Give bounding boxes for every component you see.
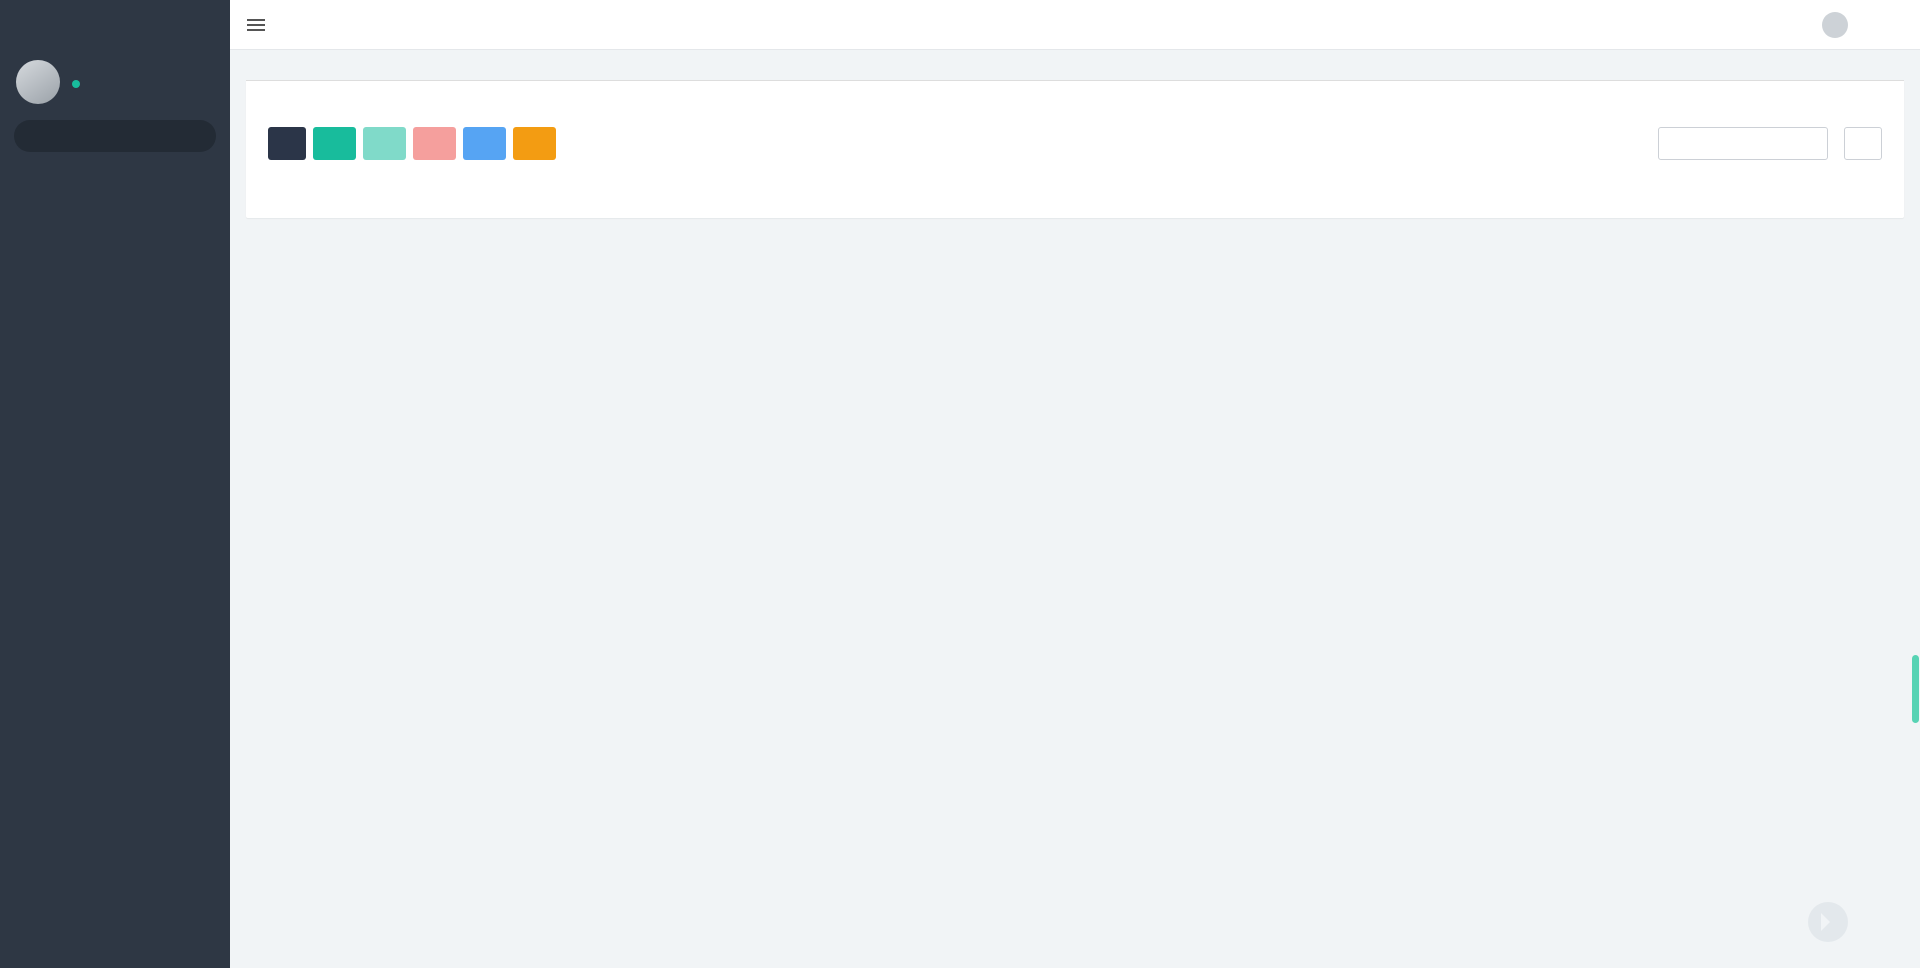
topbar-user[interactable] bbox=[1822, 12, 1856, 38]
topbar-avatar bbox=[1822, 12, 1848, 38]
window-restore-icon[interactable] bbox=[1738, 17, 1754, 33]
records-summary bbox=[268, 182, 1882, 198]
sidebar-user-panel bbox=[0, 52, 230, 116]
menu-search bbox=[14, 120, 216, 152]
settings-gear-icon[interactable] bbox=[1882, 17, 1898, 33]
edit-button[interactable] bbox=[363, 127, 406, 160]
online-dot-icon bbox=[72, 80, 80, 88]
home-icon bbox=[1642, 17, 1657, 32]
trash-icon bbox=[425, 137, 438, 150]
gear-glyph bbox=[1882, 17, 1898, 33]
person-icon bbox=[27, 71, 49, 93]
fullscreen-icon[interactable] bbox=[1780, 17, 1796, 33]
app-root bbox=[0, 0, 1920, 968]
user-avatar bbox=[16, 60, 60, 104]
panel bbox=[246, 80, 1904, 218]
topbar-right bbox=[1642, 12, 1920, 38]
approve-button[interactable] bbox=[463, 127, 506, 160]
refresh-icon bbox=[281, 137, 294, 150]
reject-button[interactable] bbox=[513, 127, 556, 160]
menu-search-input[interactable] bbox=[14, 120, 216, 152]
delete-button[interactable] bbox=[413, 127, 456, 160]
ban-icon bbox=[525, 137, 538, 150]
clear-cache-link[interactable] bbox=[1690, 17, 1712, 32]
brand-title bbox=[0, 0, 230, 52]
trash-icon bbox=[1690, 17, 1705, 32]
plus-icon bbox=[325, 137, 338, 150]
search-icon bbox=[1856, 136, 1871, 151]
table-search-button[interactable] bbox=[1844, 127, 1882, 160]
table-search bbox=[1658, 127, 1882, 160]
window-restore-glyph bbox=[1738, 17, 1754, 33]
table-search-input[interactable] bbox=[1658, 127, 1828, 160]
main-area bbox=[230, 0, 1920, 968]
user-status bbox=[72, 80, 86, 88]
fastadmin-logo-icon bbox=[1808, 902, 1848, 942]
home-link[interactable] bbox=[1642, 17, 1664, 32]
pencil-icon bbox=[375, 137, 388, 150]
sidebar bbox=[0, 0, 230, 968]
fullscreen-glyph bbox=[1780, 17, 1796, 33]
panel-body bbox=[246, 81, 1904, 198]
add-button[interactable] bbox=[313, 127, 356, 160]
check-square-icon bbox=[475, 137, 488, 150]
user-meta bbox=[72, 76, 86, 88]
person-icon bbox=[1828, 18, 1842, 32]
sidebar-menu bbox=[0, 164, 230, 968]
search-icon[interactable] bbox=[188, 128, 204, 144]
fastadmin-watermark bbox=[1808, 902, 1862, 942]
topbar bbox=[230, 0, 1920, 50]
content bbox=[230, 50, 1920, 968]
refresh-button[interactable] bbox=[268, 127, 306, 160]
scrollbar-thumb[interactable] bbox=[1912, 655, 1919, 723]
toolbar bbox=[268, 127, 1882, 160]
menu-toggle-icon[interactable] bbox=[230, 0, 282, 49]
